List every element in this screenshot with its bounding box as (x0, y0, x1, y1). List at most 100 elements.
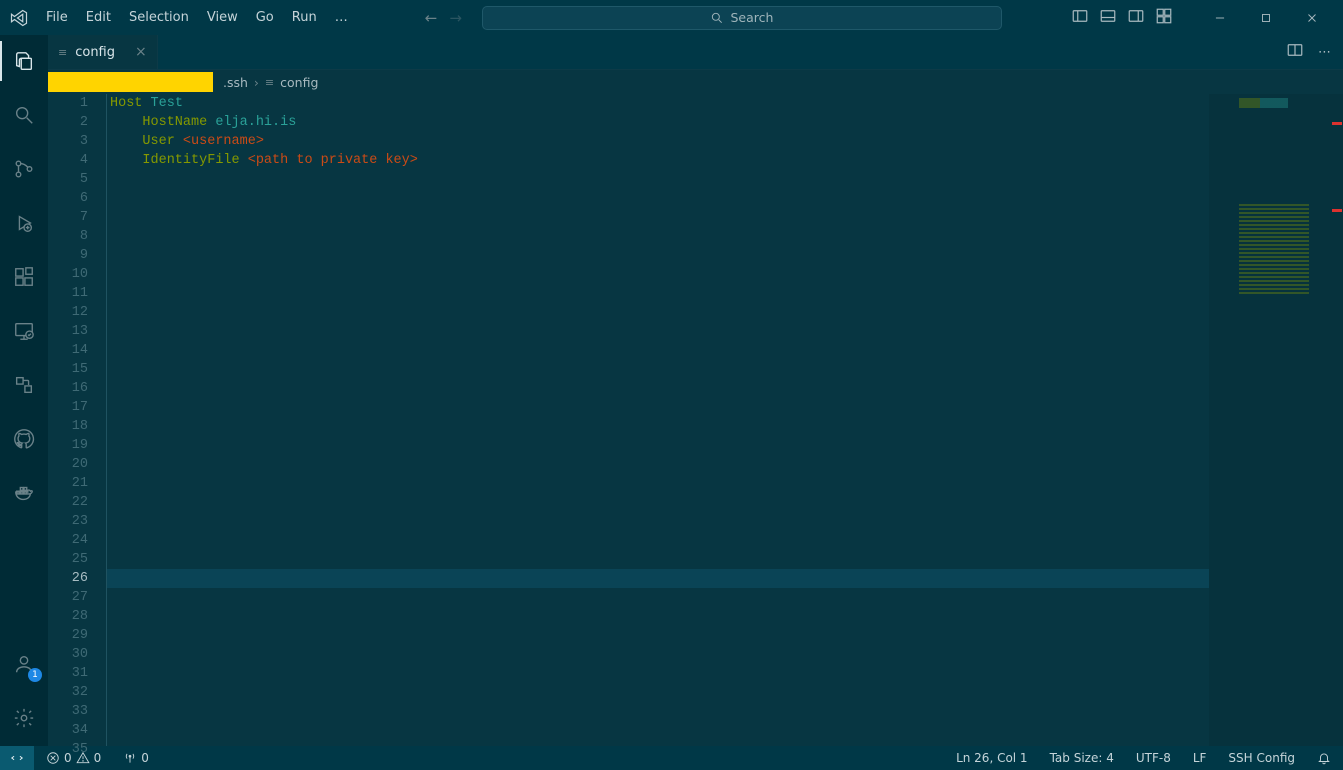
menu-run[interactable]: Run (284, 6, 325, 29)
code-line[interactable] (106, 702, 1209, 721)
line-number: 25 (48, 550, 88, 569)
window-maximize-button[interactable] (1243, 0, 1289, 35)
split-editor-icon[interactable] (1286, 41, 1304, 63)
line-number: 32 (48, 683, 88, 702)
line-number: 33 (48, 702, 88, 721)
code-line[interactable] (106, 664, 1209, 683)
window-close-button[interactable] (1289, 0, 1335, 35)
code-line[interactable] (106, 303, 1209, 322)
code-line[interactable] (106, 569, 1209, 588)
line-number-gutter: 1234567891011121314151617181920212223242… (48, 94, 106, 746)
menu-edit[interactable]: Edit (78, 6, 119, 29)
code-line[interactable] (106, 512, 1209, 531)
overview-ruler[interactable] (1329, 94, 1343, 746)
line-number: 2 (48, 113, 88, 132)
nav-forward-icon[interactable]: → (449, 9, 462, 27)
code-line[interactable] (106, 645, 1209, 664)
code-line[interactable] (106, 417, 1209, 436)
accounts-icon[interactable]: 1 (0, 648, 48, 680)
code-line[interactable] (106, 227, 1209, 246)
code-line[interactable] (106, 170, 1209, 189)
code-line[interactable] (106, 189, 1209, 208)
crumb-file[interactable]: config (280, 75, 318, 90)
toggle-primary-sidebar-icon[interactable] (1071, 7, 1089, 29)
extensions-icon[interactable] (0, 261, 48, 293)
status-notifications-icon[interactable] (1313, 751, 1335, 765)
line-number: 8 (48, 227, 88, 246)
menu-view[interactable]: View (199, 6, 246, 29)
code-line[interactable]: Host Test (106, 94, 1209, 113)
line-number: 31 (48, 664, 88, 683)
code-area[interactable]: Host Test HostName elja.hi.is User <user… (106, 94, 1209, 746)
chevron-right-icon: › (254, 75, 259, 90)
command-center-search[interactable]: Search (482, 6, 1002, 30)
line-number: 13 (48, 322, 88, 341)
toggle-secondary-sidebar-icon[interactable] (1127, 7, 1145, 29)
code-line[interactable] (106, 341, 1209, 360)
code-line[interactable] (106, 531, 1209, 550)
code-line[interactable] (106, 550, 1209, 569)
code-line[interactable] (106, 379, 1209, 398)
code-line[interactable] (106, 721, 1209, 740)
menu-overflow[interactable]: … (327, 6, 356, 29)
status-language-mode[interactable]: SSH Config (1224, 751, 1299, 765)
code-line[interactable] (106, 284, 1209, 303)
code-line[interactable] (106, 246, 1209, 265)
code-line[interactable] (106, 360, 1209, 379)
file-type-icon: ≡ (265, 76, 274, 89)
code-line[interactable]: IdentityFile <path to private key> (106, 151, 1209, 170)
line-number: 28 (48, 607, 88, 626)
line-number: 3 (48, 132, 88, 151)
line-number: 16 (48, 379, 88, 398)
minimap[interactable] (1209, 94, 1329, 746)
settings-gear-icon[interactable] (0, 702, 48, 734)
line-number: 6 (48, 189, 88, 208)
code-line[interactable] (106, 398, 1209, 417)
code-line[interactable] (106, 474, 1209, 493)
customize-layout-icon[interactable] (1155, 7, 1173, 29)
docker-icon[interactable] (0, 477, 48, 509)
code-line[interactable] (106, 208, 1209, 227)
code-line[interactable]: HostName elja.hi.is (106, 113, 1209, 132)
explorer-icon[interactable] (0, 45, 48, 77)
line-number: 14 (48, 341, 88, 360)
tab-config[interactable]: ≡ config × (48, 35, 158, 69)
code-line[interactable] (106, 683, 1209, 702)
menu-selection[interactable]: Selection (121, 6, 197, 29)
line-number: 18 (48, 417, 88, 436)
source-control-icon[interactable] (0, 153, 48, 185)
tab-title: config (75, 45, 115, 60)
text-editor[interactable]: 1234567891011121314151617181920212223242… (48, 94, 1343, 746)
code-line[interactable] (106, 493, 1209, 512)
line-number: 26 (48, 569, 88, 588)
code-line[interactable] (106, 626, 1209, 645)
tab-close-icon[interactable]: × (135, 44, 147, 60)
line-number: 12 (48, 303, 88, 322)
code-line[interactable] (106, 588, 1209, 607)
menu-bar: File Edit Selection View Go Run … (38, 6, 356, 29)
remote-explorer-icon[interactable] (0, 315, 48, 347)
code-line[interactable]: User <username> (106, 132, 1209, 151)
crumb-ssh[interactable]: .ssh (223, 75, 248, 90)
nav-back-icon[interactable]: ← (425, 9, 438, 27)
tab-more-icon[interactable]: ⋯ (1318, 45, 1331, 60)
search-activity-icon[interactable] (0, 99, 48, 131)
code-line[interactable] (106, 322, 1209, 341)
code-line[interactable] (106, 265, 1209, 284)
remote-indicator[interactable] (0, 746, 34, 770)
breadcrumb[interactable]: .ssh › ≡ config (48, 70, 1343, 94)
code-line[interactable] (106, 607, 1209, 626)
code-line[interactable] (106, 740, 1209, 759)
github-icon[interactable] (0, 423, 48, 455)
code-line[interactable] (106, 455, 1209, 474)
line-number: 23 (48, 512, 88, 531)
menu-go[interactable]: Go (248, 6, 282, 29)
code-line[interactable] (106, 436, 1209, 455)
line-number: 27 (48, 588, 88, 607)
window-minimize-button[interactable] (1197, 0, 1243, 35)
containers-icon[interactable] (0, 369, 48, 401)
menu-file[interactable]: File (38, 6, 76, 29)
activity-bar: 1 (0, 35, 48, 746)
run-debug-icon[interactable] (0, 207, 48, 239)
toggle-panel-icon[interactable] (1099, 7, 1117, 29)
